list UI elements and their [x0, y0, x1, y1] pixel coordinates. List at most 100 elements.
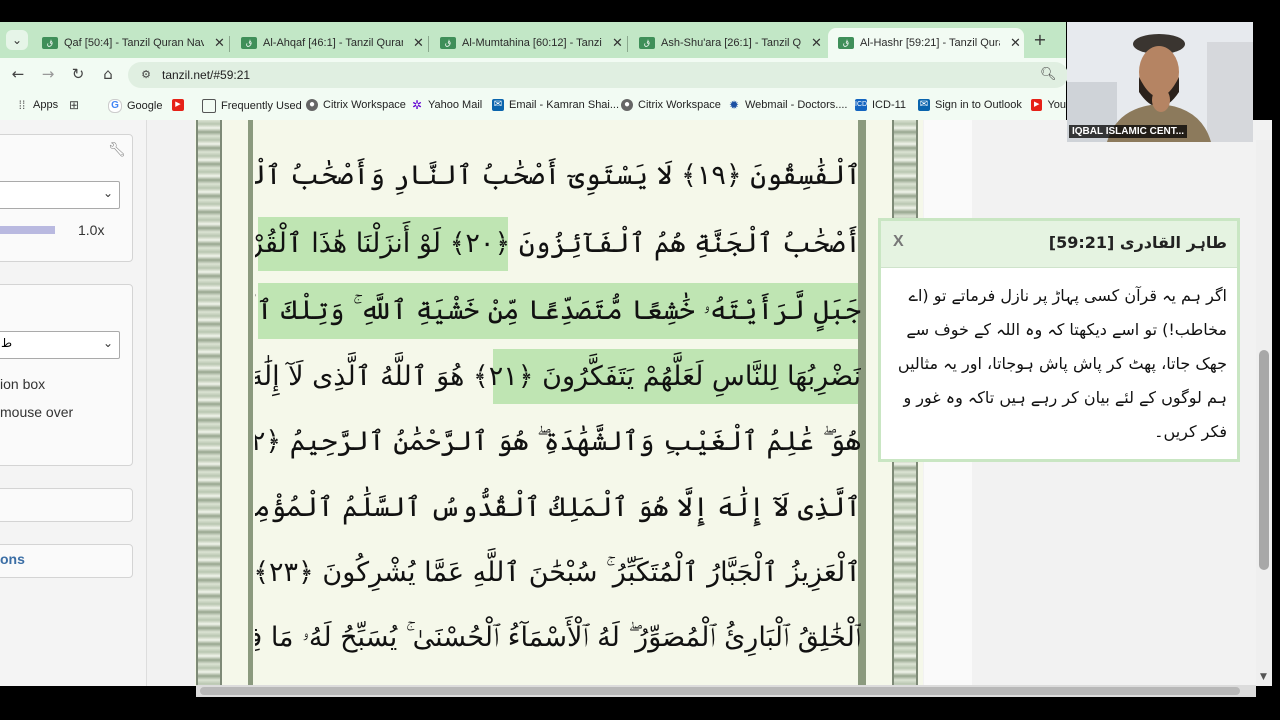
tab-search-chevron-icon[interactable]: ⌄ [6, 30, 28, 50]
bookmark-label: Frequently Used [221, 100, 302, 112]
outlook-icon: ✉ [492, 99, 504, 111]
back-arrow-icon[interactable]: ← [8, 64, 28, 84]
page-border-line [248, 120, 253, 686]
tanzil-favicon-icon: ق [639, 37, 655, 49]
popup-title: طاہر القادری [59:21] [1048, 233, 1227, 252]
tab-close-icon[interactable]: ✕ [214, 35, 225, 51]
tab-close-icon[interactable]: ✕ [811, 35, 822, 51]
bookmark-citrix-1[interactable]: ● Citrix Workspace [306, 99, 406, 111]
bookmark-google[interactable]: G Google [108, 99, 162, 113]
option-text-translation-box: ion box [0, 376, 46, 392]
citrix-icon: ● [306, 99, 318, 111]
translation-settings-box [0, 284, 133, 466]
translation-text: اگر ہم یہ قرآن کسی پہاڑ پر نازل فرماتے ت… [897, 286, 1227, 441]
bookmark-label: Sign in to Outlook [935, 99, 1022, 111]
tab-title: Al-Ahqaf [46:1] - Tanzil Quran N [263, 37, 403, 49]
tab-al-mumtahina[interactable]: ق Al-Mumtahina [60:12] - Tanzil Q ✕ [430, 28, 626, 58]
screen-bottom-edge [0, 697, 1280, 720]
options-link[interactable]: ons [0, 551, 25, 567]
popup-close-button[interactable]: X [893, 233, 904, 251]
scroll-down-arrow-icon[interactable]: ▼ [1260, 672, 1267, 682]
tab-ash-shuara[interactable]: ق Ash-Shu'ara [26:1] - Tanzil Qura ✕ [629, 28, 825, 58]
webcam-video [1067, 22, 1253, 142]
address-bar[interactable] [128, 62, 1068, 88]
translation-popup: X طاہر القادری [59:21] اگر ہم یہ قرآن کس… [878, 218, 1240, 462]
youtube-icon: ▶ [172, 99, 184, 111]
bookmark-label: Webmail - Doctors.... [745, 99, 848, 111]
tab-close-icon[interactable]: ✕ [612, 35, 623, 51]
tab-al-ahqaf[interactable]: ق Al-Ahqaf [46:1] - Tanzil Quran N ✕ [231, 28, 427, 58]
site-info-icon[interactable]: ⚙ [138, 67, 154, 83]
reciter-select[interactable]: ⌄ [0, 181, 120, 209]
bookmark-label: Yahoo Mail [428, 99, 483, 111]
playback-speed[interactable]: 1.0x [78, 222, 104, 238]
webmail-icon: ✹ [728, 98, 740, 112]
translation-select[interactable]: ط ⌄ [0, 331, 120, 359]
google-icon: G [108, 99, 122, 113]
bookmark-webmail[interactable]: ✹ Webmail - Doctors.... [728, 99, 848, 111]
tab-divider [627, 36, 628, 52]
tab-close-icon[interactable]: ✕ [413, 35, 424, 51]
bookmark-label: Email - Kamran Shai... [509, 99, 620, 111]
quran-line[interactable]: جَبَلٍ لَّرَأَيْتَهُۥ خَٰشِعًا مُّتَصَدِ… [255, 285, 861, 337]
page-border-decoration [196, 120, 222, 686]
bookmark-label: ICD-11 [872, 99, 907, 111]
vertical-scroll-thumb[interactable] [1259, 350, 1269, 570]
webcam-overlay: IQBAL ISLAMIC CENT... [1067, 22, 1253, 142]
tab-divider [229, 36, 230, 52]
icd-icon: ICD [855, 99, 867, 111]
quran-line[interactable]: أَصْحَٰبُ ٱلْجَنَّةِ هُمُ ٱلْفَآئِزُونَ … [255, 218, 861, 270]
url-text[interactable]: tanzil.net/#59:21 [162, 68, 250, 82]
chevron-down-icon: ⌄ [102, 186, 113, 200]
tanzil-favicon-icon: ق [838, 37, 854, 49]
apps-grid-icon: ⁞⁞ [18, 98, 26, 112]
quran-line[interactable]: نَضْرِبُهَا لِلنَّاسِ لَعَلَّهُمْ يَتَفَ… [255, 351, 861, 403]
quran-line[interactable]: هُوَ ۖ عَٰلِمُ ٱلْغَيْبِ وَٱلشَّهَٰدَةِ … [255, 416, 861, 468]
option-text-mouse-over: mouse over [0, 404, 74, 420]
collapsed-section-box[interactable] [0, 488, 133, 522]
bookmark-label: Google [127, 100, 163, 112]
bookmark-icd-11[interactable]: ICD ICD-11 [855, 99, 906, 111]
tab-title: Qaf [50:4] - Tanzil Quran Navig [64, 37, 204, 49]
bookmark-label: Citrix Workspace [638, 99, 721, 111]
outlook-icon: ✉ [918, 99, 930, 111]
bookmark-youtube[interactable]: ▶ [172, 99, 189, 111]
quran-line[interactable]: ٱلَّذِى لَآ إِلَٰهَ إِلَّا هُوَ ٱلْمَلِك… [255, 482, 861, 534]
tab-title: Al-Hashr [59:21] - Tanzil Quran [860, 37, 1000, 49]
bookmark-apps[interactable]: ⁞⁞ Apps [16, 99, 58, 111]
tab-al-hashr[interactable]: ق Al-Hashr [59:21] - Tanzil Quran ✕ [828, 28, 1024, 58]
citrix-icon: ● [621, 99, 633, 111]
horizontal-scroll-thumb[interactable] [200, 687, 1240, 695]
bookmark-youtube-2[interactable]: ▶ You [1031, 99, 1066, 111]
new-tab-button[interactable]: + [1030, 30, 1050, 50]
volume-slider[interactable] [0, 226, 55, 234]
bookmark-tab-groups[interactable]: ⊞ [68, 99, 85, 111]
forward-arrow-icon[interactable]: → [38, 64, 58, 84]
zoom-icon[interactable]: 🔍︎ [1040, 67, 1057, 82]
wrench-icon[interactable]: 🔧︎ [108, 142, 126, 158]
bookmark-sign-in-outlook[interactable]: ✉ Sign in to Outlook [918, 99, 1022, 111]
quran-line[interactable]: ٱلْخَٰلِقُ ٱلْبَارِئُ ٱلْمُصَوِّرُ ۖ لَه… [255, 612, 861, 664]
tanzil-favicon-icon: ق [241, 37, 257, 49]
tab-qaf[interactable]: ق Qaf [50:4] - Tanzil Quran Navig ✕ [32, 28, 228, 58]
bookmark-yahoo-mail[interactable]: ✲ Yahoo Mail [411, 99, 482, 111]
page-border-line [858, 120, 866, 686]
bookmark-citrix-2[interactable]: ● Citrix Workspace [621, 99, 721, 111]
quran-line[interactable]: ٱلْفَٰسِقُونَ ﴿١٩﴾ لَا يَسْتَوِىٓ أَصْحَ… [255, 150, 861, 202]
bookmark-frequently-used[interactable]: Frequently Used [202, 99, 302, 113]
tab-title: Ash-Shu'ara [26:1] - Tanzil Qura [661, 37, 801, 49]
bookmark-label: You [1047, 99, 1066, 111]
tanzil-favicon-icon: ق [440, 37, 456, 49]
reload-icon[interactable]: ↻ [68, 64, 88, 84]
home-icon[interactable]: ⌂ [98, 64, 118, 84]
tab-divider [428, 36, 429, 52]
bookmark-email[interactable]: ✉ Email - Kamran Shai... [492, 99, 619, 111]
popup-header: X طاہر القادری [59:21] [881, 221, 1237, 268]
tab-groups-icon: ⊞ [68, 98, 80, 112]
bookmark-label: Apps [33, 99, 59, 111]
youtube-icon: ▶ [1031, 99, 1043, 111]
quran-line[interactable]: ٱلْعَزِيزُ ٱلْجَبَّارُ ٱلْمُتَكَبِّرُ ۚ … [255, 547, 861, 599]
tab-title: Al-Mumtahina [60:12] - Tanzil Q [462, 37, 602, 49]
tab-close-icon[interactable]: ✕ [1010, 35, 1021, 51]
translation-select-value: ط [1, 336, 13, 350]
